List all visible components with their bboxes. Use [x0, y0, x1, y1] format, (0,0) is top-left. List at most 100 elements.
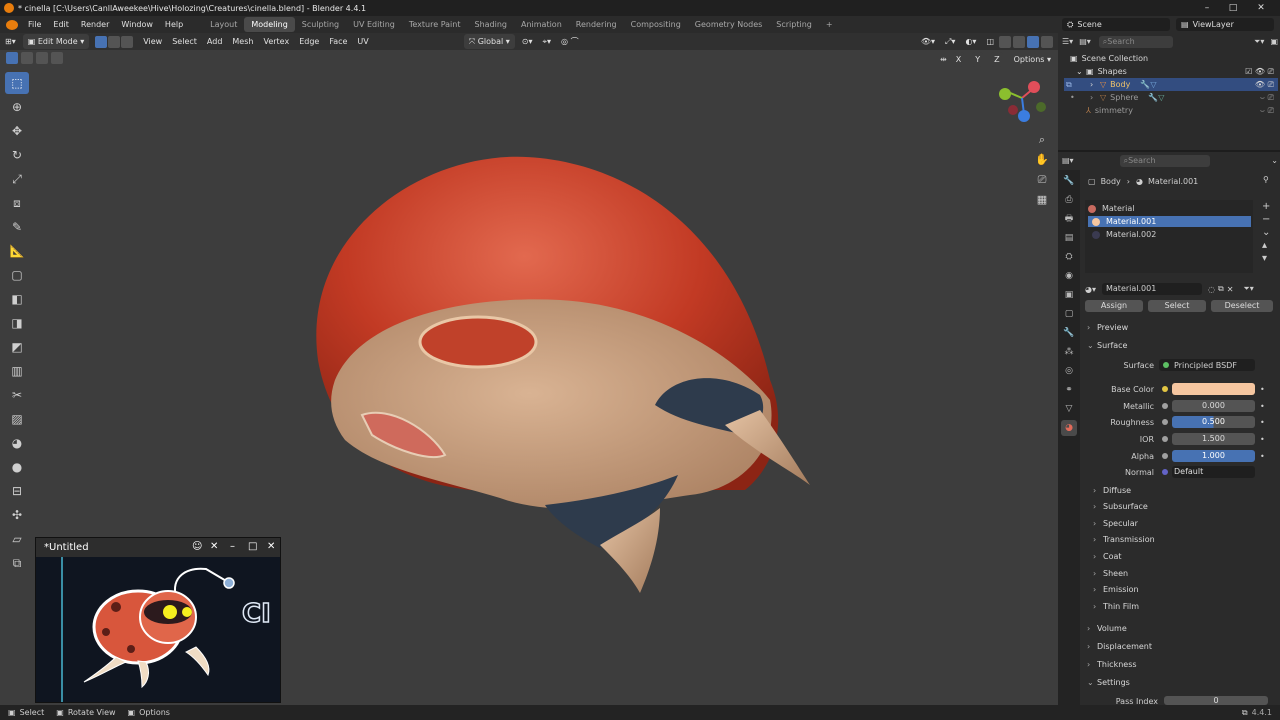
poly-build-tool[interactable]: ▨	[5, 408, 29, 430]
material-preview-shading-button[interactable]	[1027, 35, 1039, 48]
navigation-gizmo[interactable]	[999, 81, 1046, 122]
blender-menu-icon[interactable]	[6, 19, 18, 30]
shrink-fatten-tool[interactable]: ✣	[5, 504, 29, 526]
proportional-edit-icon[interactable]: ◎ ⌒	[556, 34, 584, 49]
loop-cut-tool[interactable]: ▥	[5, 360, 29, 382]
alpha-slider[interactable]: 1.000	[1172, 450, 1255, 462]
transform-tool[interactable]: ⧈	[5, 192, 29, 214]
deselect-button[interactable]: Deselect	[1211, 300, 1273, 312]
workspace-tab-modeling[interactable]: Modeling	[244, 17, 295, 32]
metallic-field[interactable]: 0.000	[1172, 400, 1255, 412]
inset-tool[interactable]: ◨	[5, 312, 29, 334]
workspace-tab-sculpting[interactable]: Sculpting	[295, 17, 346, 32]
rendered-shading-button[interactable]	[1041, 35, 1053, 48]
visibility-icon[interactable]: 👁▾	[916, 34, 940, 49]
snap-icon[interactable]: ⌖▾	[538, 34, 557, 49]
transform-orientation-selector[interactable]: ⤧ Global ▾	[463, 34, 515, 49]
workspace-tab-rendering[interactable]: Rendering	[569, 17, 624, 32]
pin-icon[interactable]: ⚲	[1263, 175, 1269, 184]
properties-editor-icon[interactable]: ▤▾	[1062, 156, 1074, 165]
add-workspace-button[interactable]: +	[819, 17, 840, 32]
menu-view[interactable]: View	[138, 34, 167, 49]
emoji-icon[interactable]: ☺	[192, 541, 202, 552]
outliner-item-shapes[interactable]: ⌄ ▣ Shapes ☑ 👁 ⎚	[1064, 65, 1278, 78]
panel-preview[interactable]: › Preview	[1087, 320, 1128, 334]
outliner-editor-icon[interactable]: ☰▾	[1062, 37, 1073, 46]
untitled-window[interactable]: *Untitled ☺ ✕ – □ ✕ CI	[35, 537, 281, 703]
minimize-button[interactable]: –	[1194, 0, 1220, 16]
material-slot[interactable]: Material.002	[1088, 229, 1251, 240]
material-slot-active[interactable]: Material.001	[1088, 216, 1251, 227]
workspace-tab-texture-paint[interactable]: Texture Paint	[402, 17, 468, 32]
browse-material-icon[interactable]: ◕▾	[1085, 285, 1096, 294]
solid-shading-button[interactable]	[1013, 35, 1025, 48]
spin-tool[interactable]: ◕	[5, 432, 29, 454]
workspace-tab-animation[interactable]: Animation	[514, 17, 569, 32]
move-up-button[interactable]: ▴	[1262, 239, 1270, 252]
panel-thickness[interactable]: › Thickness	[1087, 657, 1137, 671]
ior-field[interactable]: 1.500	[1172, 433, 1255, 445]
menu-add[interactable]: Add	[202, 34, 228, 49]
particles-tab-icon[interactable]: ⁂	[1061, 344, 1077, 360]
wireframe-shading-button[interactable]	[999, 35, 1011, 48]
surface-shader-field[interactable]: Principled BSDF	[1159, 359, 1255, 371]
base-color-swatch[interactable]	[1172, 383, 1255, 395]
cursor-tool[interactable]: ⊕	[5, 96, 29, 118]
hidden-icon[interactable]: ⌣ ⎚	[1260, 106, 1274, 116]
workspace-tab-uv-editing[interactable]: UV Editing	[346, 17, 402, 32]
measure-tool[interactable]: 📐	[5, 240, 29, 262]
window-maximize-icon[interactable]: □	[248, 541, 257, 552]
smooth-tool[interactable]: ●	[5, 456, 29, 478]
menu-uv[interactable]: UV	[352, 34, 373, 49]
rotate-tool[interactable]: ↻	[5, 144, 29, 166]
keyframe-dot-icon[interactable]: •	[1260, 452, 1265, 461]
outliner-item-body[interactable]: ⧉ › ▽ Body 🔧▽ 👁 ⎚	[1064, 78, 1278, 91]
visibility-checkbox[interactable]: ☑ 👁 ⎚	[1245, 67, 1274, 77]
move-down-button[interactable]: ▾	[1262, 252, 1270, 265]
scene-selector[interactable]: ⛭ Scene	[1062, 18, 1170, 31]
pass-index-field[interactable]: 0	[1164, 696, 1268, 705]
tool-tab-icon[interactable]: 🔧	[1061, 173, 1077, 189]
scene-tab-icon[interactable]: ⛭	[1061, 249, 1077, 265]
gizmo-toggle-icon[interactable]: ⤢▾	[940, 34, 960, 49]
edit-mode-indicator-icon[interactable]: ⧉	[1066, 80, 1090, 90]
keyframe-dot-icon[interactable]: •	[1260, 385, 1265, 394]
outliner-search-field[interactable]: ⌕ Search	[1098, 35, 1173, 48]
filter-icon[interactable]: ⏷▾	[1254, 37, 1264, 47]
bevel-tool[interactable]: ◩	[5, 336, 29, 358]
face-select-button[interactable]	[121, 35, 134, 48]
assign-button[interactable]: Assign	[1085, 300, 1143, 312]
workspace-tab-geometry-nodes[interactable]: Geometry Nodes	[688, 17, 769, 32]
pin-off-icon[interactable]: ✕	[210, 541, 218, 552]
mode-selector[interactable]: ▣ Edit Mode ▾	[22, 34, 90, 49]
display-mode-icon[interactable]: ▤▾	[1079, 37, 1091, 46]
shear-tool[interactable]: ▱	[5, 528, 29, 550]
object-tab-icon[interactable]: ▢	[1061, 306, 1077, 322]
properties-search-field[interactable]: ⌕ Search	[1119, 154, 1210, 167]
menu-edge[interactable]: Edge	[294, 34, 324, 49]
menu-edit[interactable]: Edit	[47, 20, 75, 29]
menu-mesh[interactable]: Mesh	[227, 34, 258, 49]
outliner-item-simmetry[interactable]: ⅄ simmetry ⌣ ⎚	[1064, 104, 1278, 117]
physics-tab-icon[interactable]: ◎	[1061, 363, 1077, 379]
menu-file[interactable]: File	[22, 20, 47, 29]
select-button[interactable]: Select	[1148, 300, 1206, 312]
menu-vertex[interactable]: Vertex	[258, 34, 294, 49]
keyframe-dot-icon[interactable]: •	[1260, 418, 1265, 427]
modifier-tab-icon[interactable]: 🔧	[1061, 325, 1077, 341]
material-tab-icon[interactable]: ◕	[1061, 420, 1077, 436]
panel-settings[interactable]: ⌄ Settings	[1087, 675, 1130, 689]
subpanel-diffuse[interactable]: › Diffuse	[1093, 483, 1131, 497]
maximize-button[interactable]: □	[1220, 0, 1246, 16]
chevron-down-icon[interactable]: ⌄	[1271, 156, 1278, 165]
slot-menu-button[interactable]: ⌄	[1262, 226, 1270, 239]
edge-slide-tool[interactable]: ⊟	[5, 480, 29, 502]
pan-hand-icon[interactable]: ✋	[1034, 150, 1050, 170]
workspace-tab-layout[interactable]: Layout	[203, 17, 244, 32]
view-layer-selector[interactable]: ▤ ViewLayer	[1176, 18, 1274, 31]
rip-region-tool[interactable]: ⧉	[5, 552, 29, 574]
editor-type-icon[interactable]: ⊞▾	[0, 34, 21, 49]
subpanel-emission[interactable]: › Emission	[1093, 582, 1139, 596]
camera-view-icon[interactable]: ⎚	[1034, 170, 1050, 190]
workspace-tab-shading[interactable]: Shading	[467, 17, 514, 32]
